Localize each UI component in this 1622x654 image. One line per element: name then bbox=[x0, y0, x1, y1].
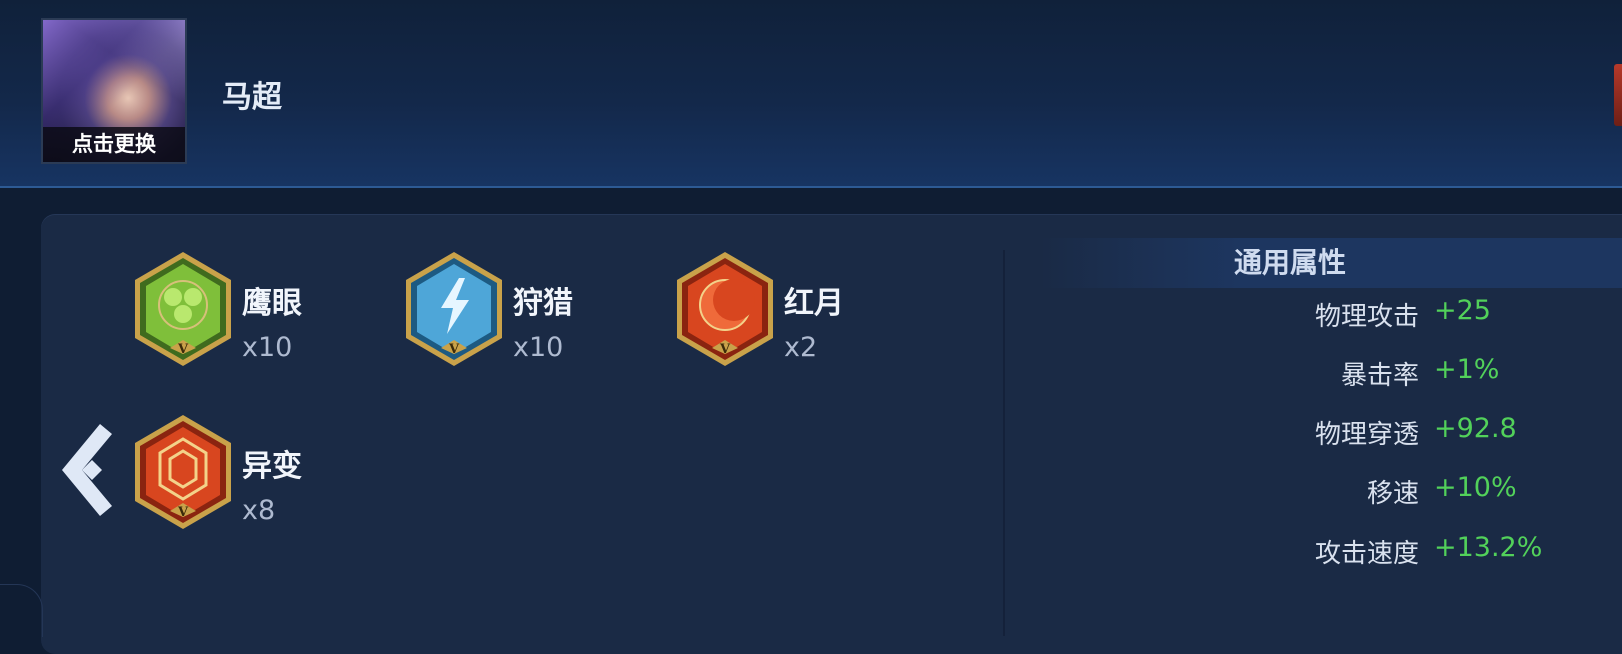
rune-name: 异变 bbox=[242, 449, 302, 484]
attribute-label: 攻击速度 bbox=[1314, 539, 1419, 569]
attribute-value: +10% bbox=[1434, 472, 1517, 503]
rune-name: 狩猎 bbox=[513, 286, 573, 321]
hunt-rune-icon: V bbox=[406, 252, 502, 366]
panel-divider bbox=[1003, 250, 1005, 636]
attribute-label: 物理攻击 bbox=[1314, 302, 1419, 332]
attribute-label: 暴击率 bbox=[1340, 361, 1419, 391]
svg-text:V: V bbox=[177, 342, 189, 357]
mutation-rune-icon: V bbox=[135, 415, 231, 529]
hawkeye-rune-icon: V bbox=[135, 252, 231, 366]
svg-text:V: V bbox=[448, 342, 460, 357]
rune-count: x8 bbox=[242, 495, 276, 526]
attribute-label: 物理穿透 bbox=[1314, 420, 1419, 450]
rune-count: x10 bbox=[513, 332, 564, 363]
hero-avatar[interactable]: 点击更换 bbox=[41, 18, 187, 164]
svg-text:V: V bbox=[719, 342, 731, 357]
attribute-value: +25 bbox=[1434, 295, 1491, 326]
attribute-value: +13.2% bbox=[1434, 532, 1543, 563]
rune-count: x2 bbox=[784, 332, 818, 363]
rune-name: 鹰眼 bbox=[242, 286, 302, 321]
svg-text:V: V bbox=[177, 505, 189, 520]
hero-header: 点击更换 马超 bbox=[0, 0, 1622, 188]
attribute-value: +92.8 bbox=[1434, 413, 1517, 444]
red-moon-rune-icon: V bbox=[677, 252, 773, 366]
rune-count: x10 bbox=[242, 332, 293, 363]
rune-name: 红月 bbox=[784, 286, 844, 321]
attribute-label: 移速 bbox=[1366, 479, 1419, 509]
side-tab[interactable] bbox=[1614, 64, 1622, 126]
hero-name: 马超 bbox=[222, 80, 282, 115]
change-hero-button[interactable]: 点击更换 bbox=[43, 127, 185, 162]
corner-decoration bbox=[0, 584, 43, 637]
back-arrow-icon[interactable] bbox=[54, 424, 118, 516]
attributes-title: 通用属性 bbox=[1233, 246, 1346, 279]
attribute-value: +1% bbox=[1434, 354, 1500, 385]
